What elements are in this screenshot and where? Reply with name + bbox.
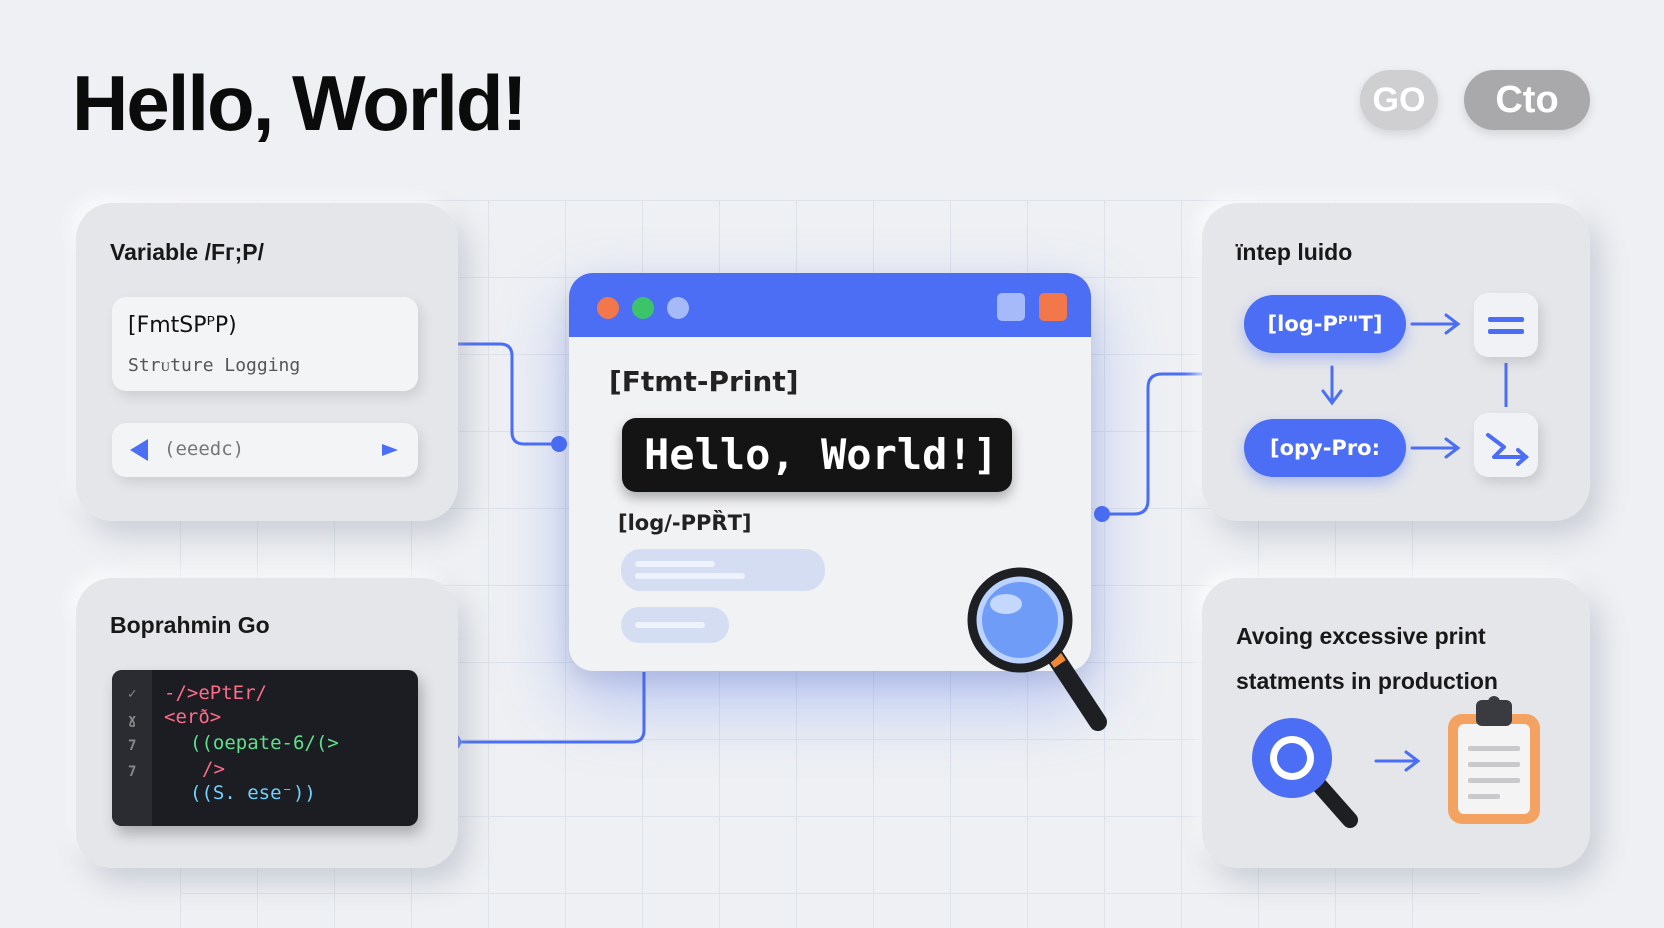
minimize-dot-icon[interactable] [632, 297, 654, 319]
code-line: -/>ePtEr/ [164, 682, 267, 704]
copy-print-node[interactable]: [opy-Pro: [1244, 419, 1406, 477]
value-stepper[interactable]: (eeedc) [112, 423, 418, 477]
log-label: [log/-PPȐT] [618, 511, 752, 535]
line-number: 7 [128, 738, 137, 754]
close-dot-icon[interactable] [597, 297, 619, 319]
search-icon [1252, 718, 1358, 828]
window-heading: [Ftmt-Print] [609, 365, 799, 398]
variable-card-title: Variable /Fᴦ;P/ [110, 239, 265, 265]
interpolation-card-title: ïntep luido [1236, 239, 1353, 265]
page-title: Hello, World! [72, 59, 528, 147]
branch-tile[interactable] [1474, 413, 1538, 477]
output-console: Hello, World!] [622, 418, 1012, 492]
code-card-title: Boprahmin Go [110, 612, 270, 638]
line-number: ɣ [128, 712, 137, 728]
format-field[interactable]: [FmtSPᴾP) Strᴜture Logging [112, 297, 418, 391]
log-print-node[interactable]: [log-Pᴾ"T] [1244, 295, 1406, 353]
window-close-square-icon[interactable] [1039, 293, 1067, 321]
arrow-right-icon [1410, 437, 1461, 459]
output-text: Hello, World!] [644, 430, 999, 479]
avoid-print-card: Avoing excessive print statments in prod… [1202, 578, 1590, 868]
placeholder-line [635, 622, 705, 628]
format-field-value: [FmtSPᴾP) [128, 313, 237, 338]
placeholder-line [635, 561, 715, 567]
cto-pill-button[interactable]: Cto [1464, 70, 1590, 130]
placeholder-bar [621, 549, 825, 591]
arrow-right-icon [1374, 750, 1421, 772]
code-line: /> [202, 758, 225, 780]
arrow-right-icon[interactable] [382, 444, 398, 456]
menu-tile[interactable] [1474, 293, 1538, 357]
window-square-icon[interactable] [997, 293, 1025, 321]
go-pill-button[interactable]: GO [1360, 70, 1438, 130]
code-card: Boprahmin Go ✓ ɣ 7 7 -/>ePtEr/ <erð> ((o… [76, 578, 458, 868]
clipboard-icon [1448, 696, 1540, 824]
code-line: ((oepate-6/(> [190, 732, 339, 754]
window-titlebar [569, 273, 1091, 337]
stepper-value: (eeedc) [164, 438, 245, 460]
code-line: ((S. ese⁻)) [190, 782, 316, 804]
line-number: ✓ [128, 686, 137, 702]
branch-arrow-icon [1486, 433, 1530, 466]
menu-lines-icon [1488, 317, 1524, 334]
code-line: <erð> [164, 706, 222, 728]
line-number: 7 [128, 764, 137, 780]
arrow-right-icon [1410, 313, 1461, 335]
arrow-down-icon [1321, 365, 1343, 406]
maximize-dot-icon[interactable] [667, 297, 689, 319]
code-editor: ✓ ɣ 7 7 -/>ePtEr/ <erð> ((oepate-6/(> />… [112, 670, 418, 826]
arrow-left-icon[interactable] [130, 439, 148, 461]
magnifier-icon [967, 567, 1107, 731]
interpolation-card: ïntep luido [log-Pᴾ"T] [opy-Pro: [1202, 203, 1590, 521]
variable-card: Variable /Fᴦ;P/ [FmtSPᴾP) Strᴜture Loggi… [76, 203, 458, 521]
placeholder-bar [621, 607, 729, 643]
placeholder-line [635, 573, 745, 579]
format-field-subtitle: Strᴜture Logging [128, 355, 301, 376]
